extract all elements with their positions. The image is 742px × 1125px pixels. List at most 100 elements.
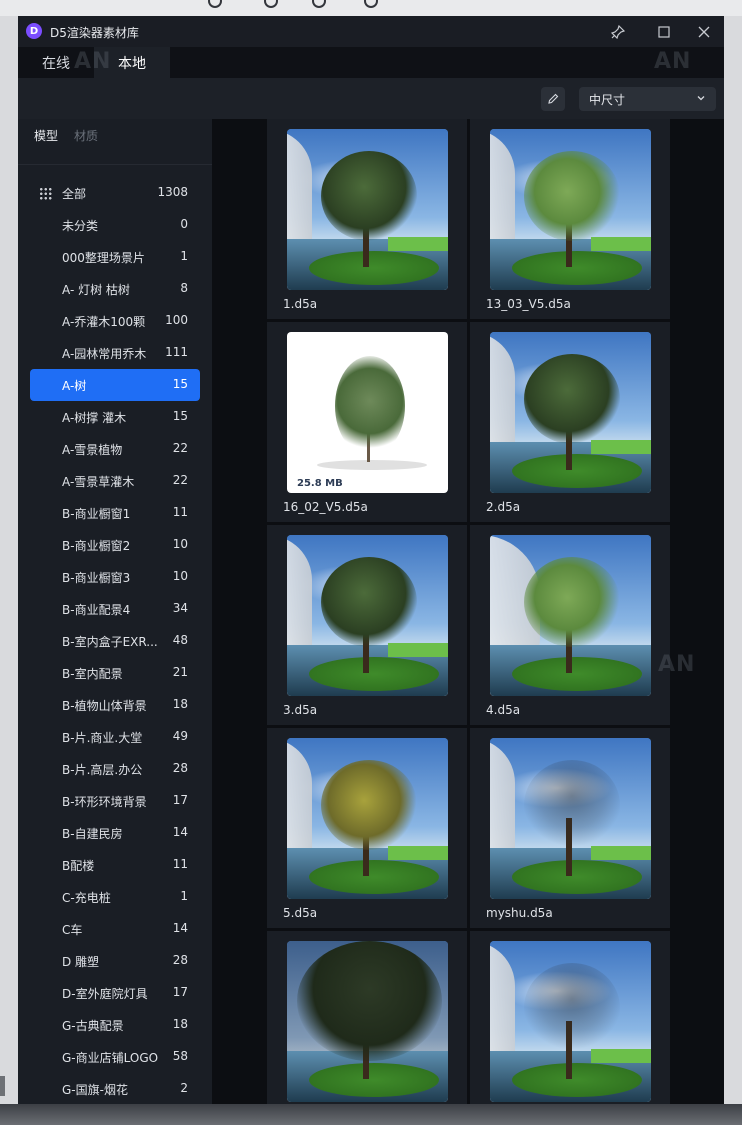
category-label: A- 灯树 枯树 <box>62 283 130 297</box>
thumbnail-size-select[interactable]: 中尺寸 <box>579 87 716 111</box>
toolbar: 中尺寸 <box>18 78 724 119</box>
category-label: A-树撑 灌木 <box>62 411 127 425</box>
subtab-materials[interactable]: 材质 <box>74 127 98 144</box>
category-count: 0 <box>180 217 188 231</box>
category-item[interactable]: B配楼 11 <box>30 849 200 881</box>
category-count: 1 <box>180 889 188 903</box>
asset-card[interactable]: 3.d5a <box>267 525 467 725</box>
category-item[interactable]: B-商业橱窗2 10 <box>30 529 200 561</box>
category-item[interactable]: B-商业橱窗3 10 <box>30 561 200 593</box>
category-count: 58 <box>172 1049 188 1063</box>
close-button[interactable] <box>692 20 716 44</box>
category-label: B配楼 <box>62 859 95 873</box>
asset-thumbnail <box>287 738 448 899</box>
category-item[interactable]: G-商业店铺LOGO 58 <box>30 1041 200 1073</box>
asset-card[interactable]: myshu.d5a <box>470 728 670 928</box>
category-label: B-商业配景4 <box>62 603 131 617</box>
chevron-down-icon <box>697 96 705 101</box>
asset-card[interactable]: 5.d5a <box>267 728 467 928</box>
category-item[interactable]: B-植物山体背景 18 <box>30 689 200 721</box>
category-count: 11 <box>172 505 188 519</box>
category-count: 11 <box>172 857 188 871</box>
category-all[interactable]: 全部 1308 <box>30 177 200 209</box>
category-item[interactable]: A-园林常用乔木 111 <box>30 337 200 369</box>
category-label: G-国旗-烟花 <box>62 1083 128 1097</box>
asset-size-badge: 25.8 MB <box>297 478 343 489</box>
category-item[interactable]: 未分类 0 <box>30 209 200 241</box>
subtab-models[interactable]: 模型 <box>34 127 58 144</box>
category-count: 10 <box>172 569 188 583</box>
asset-card[interactable] <box>267 931 467 1104</box>
asset-thumbnail <box>490 535 651 696</box>
category-item[interactable]: D-室外庭院灯具 17 <box>30 977 200 1009</box>
category-item[interactable]: A-雪景草灌木 22 <box>30 465 200 497</box>
asset-thumbnail <box>490 129 651 290</box>
category-item-selected[interactable]: A-树 15 <box>30 369 200 401</box>
category-item[interactable]: G-国旗-烟花 2 <box>30 1073 200 1104</box>
category-item[interactable]: B-室内配景 21 <box>30 657 200 689</box>
category-count: 15 <box>172 409 188 423</box>
category-item[interactable]: D 雕塑 28 <box>30 945 200 977</box>
category-item[interactable]: G-古典配景 18 <box>30 1009 200 1041</box>
category-count: 2 <box>180 1081 188 1095</box>
category-label: B-商业橱窗2 <box>62 539 131 553</box>
category-item[interactable]: A- 灯树 枯树 8 <box>30 273 200 305</box>
pencil-icon <box>548 93 559 104</box>
asset-card[interactable]: 2.d5a <box>470 322 670 522</box>
asset-thumbnail: 25.8 MB <box>287 332 448 493</box>
window-edge-tab <box>0 1076 5 1096</box>
asset-card[interactable]: 4.d5a <box>470 525 670 725</box>
category-count: 17 <box>172 985 188 999</box>
category-item[interactable]: C车 14 <box>30 913 200 945</box>
category-item[interactable]: A-树撑 灌木 15 <box>30 401 200 433</box>
asset-name: 16_02_V5.d5a <box>283 500 368 514</box>
taskbar-icon <box>312 0 326 8</box>
category-label: D-室外庭院灯具 <box>62 987 148 1001</box>
category-label: B-环形环境背景 <box>62 795 147 809</box>
asset-thumbnail <box>287 941 448 1102</box>
maximize-button[interactable] <box>652 20 676 44</box>
category-item[interactable]: B-片.高层.办公 28 <box>30 753 200 785</box>
category-item[interactable]: B-自建民房 14 <box>30 817 200 849</box>
category-count: 100 <box>165 313 188 327</box>
category-item[interactable]: C-充电桩 1 <box>30 881 200 913</box>
sidebar-divider <box>18 164 212 165</box>
category-item[interactable]: B-环形环境背景 17 <box>30 785 200 817</box>
category-label: A-树 <box>62 379 87 393</box>
category-count: 1 <box>180 249 188 263</box>
asset-card[interactable]: 1.d5a <box>267 119 467 319</box>
category-label: 000整理场景片 <box>62 251 145 265</box>
maximize-icon <box>658 26 670 38</box>
category-label: A-雪景草灌木 <box>62 475 135 489</box>
size-select-value: 中尺寸 <box>589 92 626 107</box>
category-item[interactable]: B-商业配景4 34 <box>30 593 200 625</box>
asset-name: 13_03_V5.d5a <box>486 297 571 311</box>
category-label: B-植物山体背景 <box>62 699 147 713</box>
category-label: C-充电桩 <box>62 891 111 905</box>
asset-card[interactable]: 13_03_V5.d5a <box>470 119 670 319</box>
category-item[interactable]: B-室内盒子EXR... 48 <box>30 625 200 657</box>
category-item[interactable]: A-乔灌木100颗 100 <box>30 305 200 337</box>
category-item[interactable]: 000整理场景片 1 <box>30 241 200 273</box>
category-count: 18 <box>172 697 188 711</box>
category-item[interactable]: B-片.商业.大堂 49 <box>30 721 200 753</box>
pin-button[interactable] <box>606 20 630 44</box>
asset-name: 1.d5a <box>283 297 318 311</box>
category-label: A-乔灌木100颗 <box>62 315 146 329</box>
category-item[interactable]: B-商业橱窗1 11 <box>30 497 200 529</box>
pin-icon <box>611 25 625 39</box>
category-count: 10 <box>172 537 188 551</box>
asset-card[interactable] <box>470 931 670 1104</box>
category-count: 21 <box>172 665 188 679</box>
asset-thumbnail <box>287 129 448 290</box>
taskbar-icon <box>364 0 378 8</box>
asset-name: 4.d5a <box>486 703 521 717</box>
asset-library-window: D D5渲染器素材库 在线 本地 AN AN 中尺寸 模型 材质 全部 1308… <box>18 16 724 1104</box>
asset-thumbnail <box>490 332 651 493</box>
category-sidebar: 模型 材质 全部 1308 未分类 0 000整理场景片 1 A- 灯树 枯树 8 A… <box>18 119 212 1104</box>
asset-card[interactable]: 25.8 MB 16_02_V5.d5a <box>267 322 467 522</box>
category-item[interactable]: A-雪景植物 22 <box>30 433 200 465</box>
edit-button[interactable] <box>541 87 565 111</box>
taskbar-icon <box>208 0 222 8</box>
category-label: D 雕塑 <box>62 955 100 969</box>
